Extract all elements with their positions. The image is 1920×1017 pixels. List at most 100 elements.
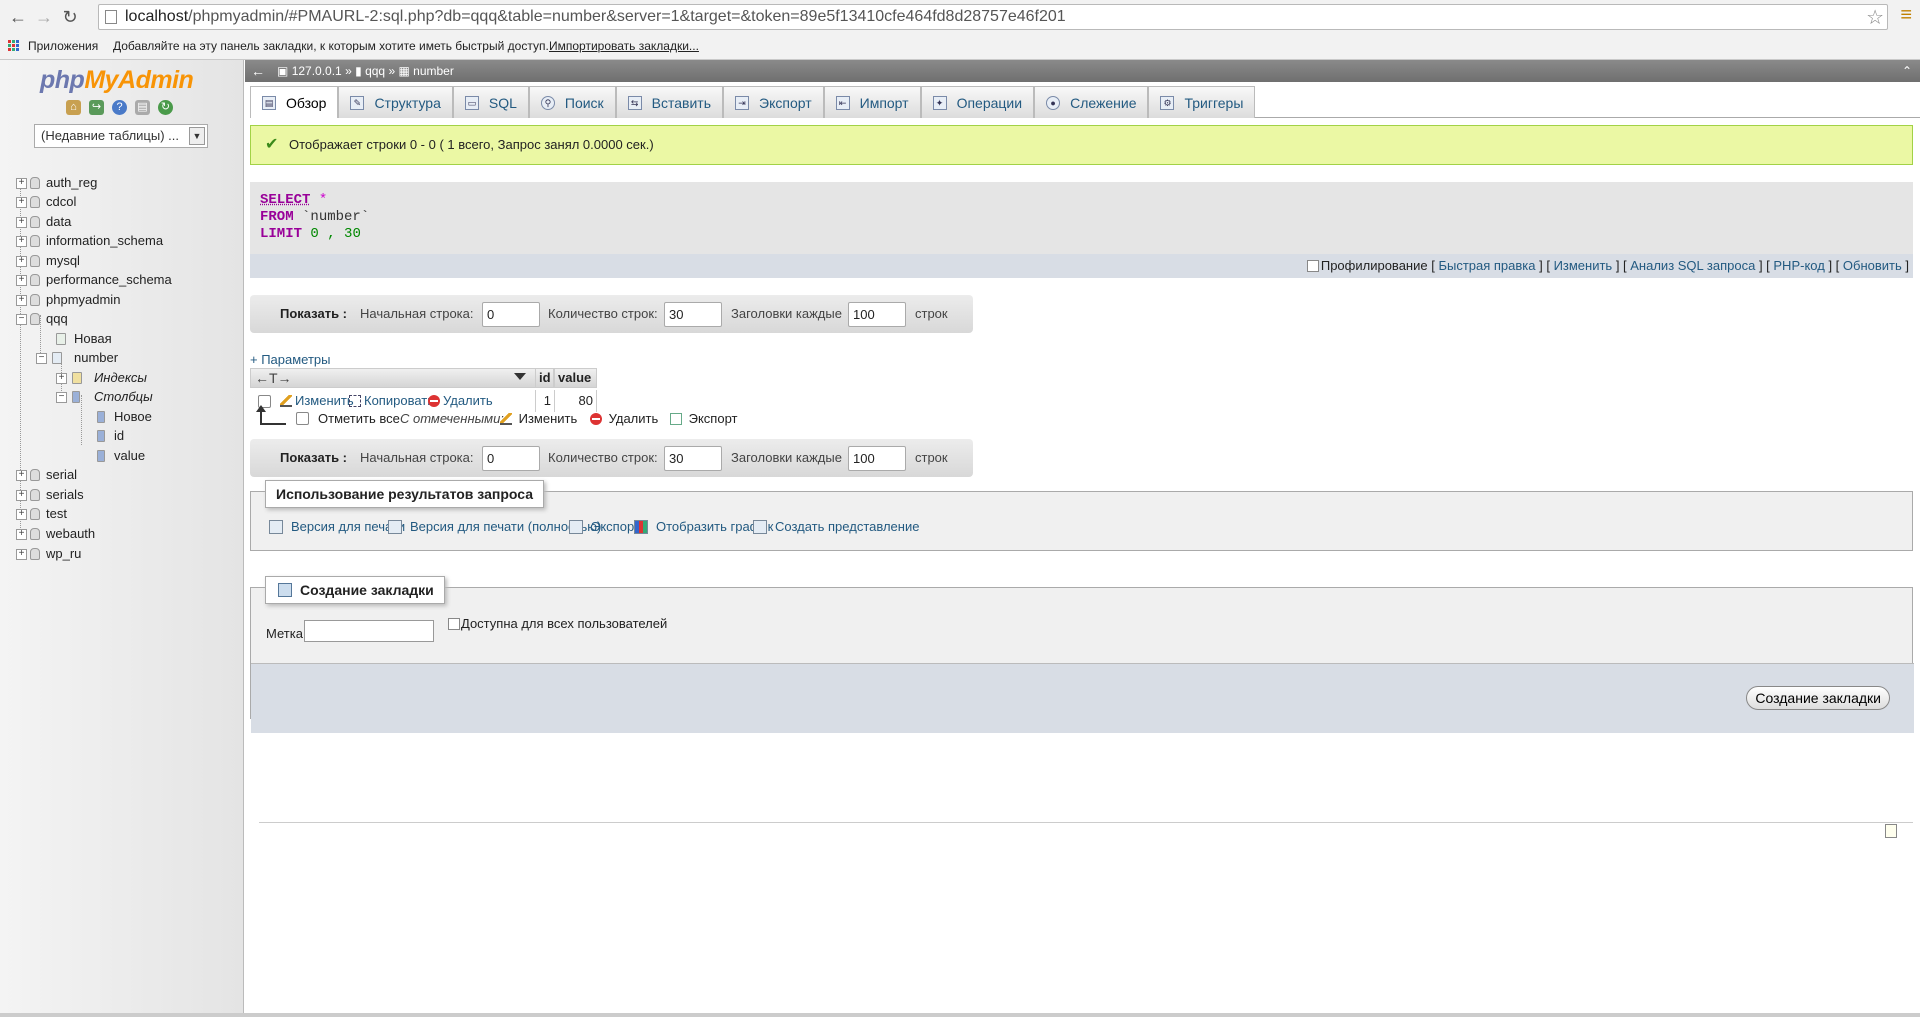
breadcrumb-database[interactable]: qqq	[365, 64, 385, 78]
repeat-headers-input[interactable]: 100	[848, 446, 906, 471]
new-column-icon	[97, 411, 105, 423]
tab-browse[interactable]: ▤ Обзор	[250, 86, 339, 118]
check-all-checkbox[interactable]	[296, 412, 309, 425]
tab-operations[interactable]: ✦ Операции	[920, 86, 1035, 118]
reload-nav-icon[interactable]: ↻	[158, 100, 173, 115]
breadcrumb-server[interactable]: 127.0.0.1	[292, 64, 342, 78]
export-link[interactable]: Экспорт	[569, 516, 640, 538]
quick-edit-link[interactable]: Быстрая правка	[1438, 258, 1535, 273]
breadcrumb-separator: »	[345, 64, 352, 78]
tab-export[interactable]: ⇥ Экспорт	[723, 86, 824, 118]
tab-insert[interactable]: ⇆ Вставить	[615, 86, 724, 118]
edit-query-link[interactable]: Изменить	[1554, 258, 1613, 273]
tab-import[interactable]: ⇤ Импорт	[823, 86, 921, 118]
page-icon	[105, 10, 117, 24]
database-icon: ▮	[355, 64, 362, 78]
browser-toolbar: ← → ↻ localhost/phpmyadmin/#PMAURL-2:sql…	[0, 0, 1920, 34]
phpmyadmin-logo[interactable]: phpMyAdmin	[40, 66, 194, 95]
refresh-link[interactable]: Обновить	[1843, 258, 1902, 273]
logout-icon[interactable]: ↪	[89, 100, 104, 115]
profiling-checkbox[interactable]	[1306, 260, 1319, 272]
delete-icon	[590, 413, 602, 425]
public-checkbox[interactable]	[448, 618, 460, 630]
bulk-edit-button[interactable]: Изменить	[500, 405, 577, 433]
sort-dropdown-icon[interactable]	[514, 373, 526, 380]
check-all-label[interactable]: Отметить все	[318, 405, 400, 433]
start-row-input[interactable]: 0	[482, 446, 540, 471]
bookmark-label-input[interactable]	[304, 620, 434, 642]
rows-count-input[interactable]: 30	[664, 446, 722, 471]
php-code-link[interactable]: PHP-код	[1773, 258, 1824, 273]
new-table-icon	[56, 333, 66, 345]
tab-search[interactable]: ⚲ Поиск	[528, 86, 616, 118]
database-icon	[30, 216, 40, 228]
database-icon	[30, 489, 40, 501]
show-button[interactable]: Показать :	[280, 439, 347, 477]
tab-sql[interactable]: ▭ SQL	[452, 86, 529, 118]
column-header-id[interactable]: id	[535, 368, 554, 388]
tab-triggers[interactable]: ⚙ Триггеры	[1148, 86, 1256, 118]
navigation-bar-top: Показать : Начальная строка: 0 Количеств…	[250, 295, 973, 333]
bookmark-form: Создание закладки Метка: Доступна для вс…	[250, 576, 1914, 733]
bookmarks-hint: Добавляйте на эту панель закладки, к кот…	[113, 39, 549, 53]
view-icon	[753, 520, 767, 534]
sql-keyword-select[interactable]: SELECT	[260, 192, 310, 208]
insert-icon: ⇆	[627, 95, 642, 110]
apps-link[interactable]: Приложения	[28, 34, 98, 58]
sql-icon: ▭	[464, 95, 479, 110]
create-bookmark-button[interactable]: Создание закладки	[1746, 686, 1890, 710]
forward-arrow-icon[interactable]: →	[32, 6, 56, 28]
table-icon: ▦	[398, 64, 410, 78]
print-view-link[interactable]: Версия для печати	[269, 516, 405, 538]
console-icon[interactable]	[1885, 824, 1897, 838]
tab-structure[interactable]: ✎ Структура	[338, 86, 453, 118]
create-view-link[interactable]: Создать представление	[753, 516, 919, 538]
import-bookmarks-link[interactable]: Импортировать закладки...	[549, 34, 699, 58]
rows-count-input[interactable]: 30	[664, 302, 722, 327]
bookmark-star-icon[interactable]: ☆	[1866, 5, 1884, 30]
server-icon: ▣	[277, 64, 289, 78]
collapse-top-icon[interactable]: ⌃	[1902, 60, 1912, 82]
start-row-input[interactable]: 0	[482, 302, 540, 327]
repeat-headers-input[interactable]: 100	[848, 302, 906, 327]
browser-menu-icon[interactable]: ≡	[1900, 4, 1912, 27]
bookmark-icon	[278, 583, 292, 597]
column-header-value[interactable]: value	[554, 368, 597, 388]
docs-icon[interactable]: ▤	[135, 100, 150, 115]
database-icon	[30, 235, 40, 247]
breadcrumb-separator: »	[388, 64, 396, 78]
database-icon	[30, 548, 40, 560]
home-icon[interactable]: ⌂	[66, 100, 81, 115]
bookmarks-bar: Приложения Добавляйте на эту панель закл…	[0, 34, 1920, 60]
rows-count-label: Количество строк:	[548, 450, 658, 465]
tab-tracking[interactable]: ● Слежение	[1034, 86, 1149, 118]
address-bar[interactable]: localhost/phpmyadmin/#PMAURL-2:sql.php?d…	[98, 4, 1888, 30]
recent-tables-value: (Недавние таблицы) ...	[41, 128, 179, 143]
bulk-delete-button[interactable]: Удалить	[590, 405, 658, 433]
breadcrumb-table[interactable]: number	[413, 64, 454, 78]
reload-icon[interactable]: ↻	[58, 6, 82, 28]
sql-keyword-limit: LIMIT	[260, 226, 303, 242]
sql-limit-separator: ,	[327, 226, 336, 242]
database-icon	[30, 177, 40, 189]
navigation-panel: phpMyAdmin ⌂ ↪ ? ▤ ↻ (Недавние таблицы) …	[0, 60, 244, 1017]
sql-query-display[interactable]: SELECT * FROM `number` LIMIT 0 , 30	[250, 182, 1913, 254]
column-arrows-icon[interactable]: ←T→	[255, 369, 292, 387]
printer-icon	[269, 520, 283, 534]
breadcrumb: ← ▣ 127.0.0.1 » ▮ qqq » ▦ number ⌃	[245, 60, 1920, 82]
search-icon: ⚲	[540, 95, 555, 110]
apps-grid-icon[interactable]	[8, 40, 20, 52]
show-button[interactable]: Показать :	[280, 295, 347, 333]
help-icon[interactable]: ?	[112, 100, 127, 115]
arrow-up-icon	[256, 405, 286, 425]
bulk-export-button[interactable]: Экспорт	[670, 405, 737, 433]
main-content: ← ▣ 127.0.0.1 » ▮ qqq » ▦ number ⌃ ▤ Обзо…	[245, 60, 1920, 1017]
collapse-nav-arrow-icon[interactable]: ←	[251, 60, 265, 82]
back-arrow-icon[interactable]: ←	[6, 6, 30, 28]
rows-suffix: строк	[915, 306, 948, 321]
browser-status-bar	[0, 1013, 1920, 1017]
options-link[interactable]: + Параметры	[250, 352, 331, 367]
rows-suffix: строк	[915, 450, 948, 465]
recent-tables-select[interactable]: (Недавние таблицы) ... ▼	[34, 124, 208, 148]
explain-sql-link[interactable]: Анализ SQL запроса	[1630, 258, 1755, 273]
